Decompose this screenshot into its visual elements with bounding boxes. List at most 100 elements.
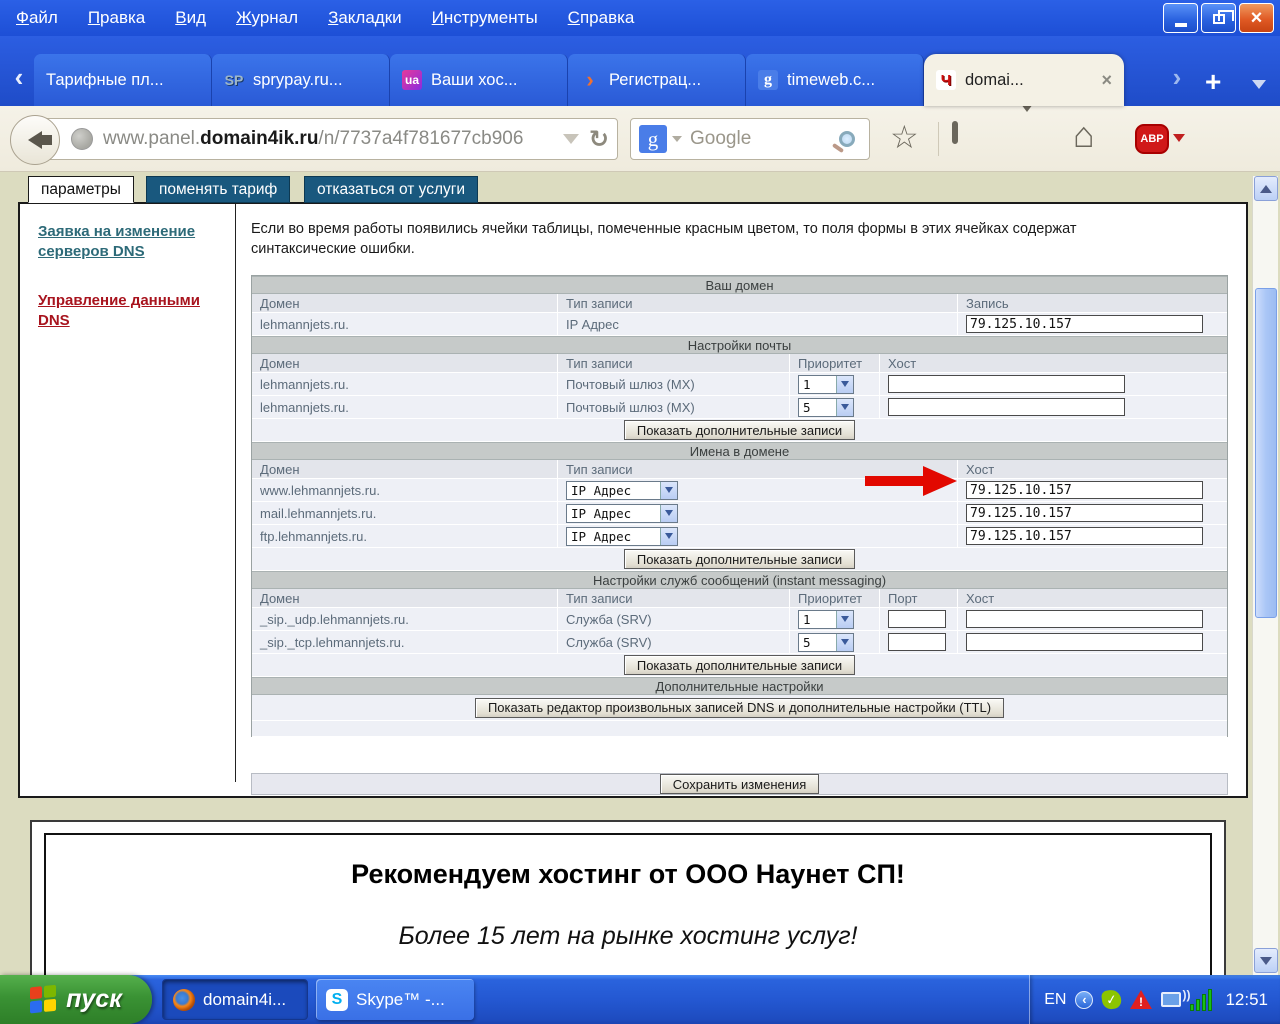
- back-button[interactable]: [10, 115, 60, 165]
- domain-cell: mail.lehmannjets.ru.: [252, 502, 558, 525]
- tab-list-dropdown-icon[interactable]: [1252, 80, 1266, 89]
- menu-bookmarks[interactable]: Закладки: [328, 8, 402, 28]
- tray-warning-icon[interactable]: !: [1130, 990, 1153, 1009]
- scroll-down-button[interactable]: [1254, 948, 1278, 973]
- domain4ik-favicon-icon: Ч: [936, 70, 956, 90]
- ad-subtitle: Более 15 лет на рынке хостинг услуг!: [398, 922, 858, 950]
- browser-tab-timeweb[interactable]: g timeweb.c...: [746, 54, 924, 106]
- tray-signal-icon[interactable]: [1190, 988, 1213, 1011]
- col-header-port: Порт: [880, 589, 958, 608]
- tab-cancel-service[interactable]: отказаться от услуги: [304, 176, 479, 203]
- menu-help[interactable]: Справка: [568, 8, 635, 28]
- adblock-dropdown-icon[interactable]: [1173, 134, 1185, 142]
- select-arrow-icon: [660, 481, 677, 499]
- adblock-button[interactable]: ABP: [1135, 124, 1185, 154]
- start-button[interactable]: пуск: [0, 975, 152, 1024]
- table-row-ftp: ftp.lehmannjets.ru. IP Адрес: [252, 525, 1227, 549]
- taskbar-task-firefox[interactable]: domain4i...: [162, 979, 308, 1020]
- language-indicator[interactable]: EN: [1044, 991, 1066, 1009]
- sidebar-link-dns-servers[interactable]: Заявка на изменение серверов DNS: [38, 222, 210, 263]
- section-title-extra: Дополнительные настройки: [252, 677, 1227, 696]
- col-header-priority: Приоритет: [790, 589, 880, 608]
- arrow-head: [923, 466, 957, 496]
- header-row: Домен Тип записи Приоритет Хост: [252, 354, 1227, 374]
- show-more-records-button[interactable]: Показать дополнительные записи: [623, 420, 856, 441]
- new-tab-button[interactable]: +: [1205, 66, 1221, 98]
- host-input[interactable]: [888, 375, 1125, 394]
- sidebar-link-dns-data[interactable]: Управление данными DNS: [38, 291, 210, 332]
- port-input[interactable]: [888, 610, 946, 629]
- tab-change-tariff[interactable]: поменять тариф: [146, 176, 291, 203]
- taskbar-task-skype[interactable]: S Skype™ -...: [316, 979, 474, 1020]
- domain-cell: _sip._udp.lehmannjets.ru.: [252, 608, 558, 631]
- url-dropdown-icon[interactable]: [562, 134, 579, 144]
- scroll-up-button[interactable]: [1254, 176, 1278, 201]
- priority-select[interactable]: 1: [798, 374, 854, 394]
- table-row-www: www.lehmannjets.ru. IP Адрес: [252, 479, 1227, 503]
- port-input[interactable]: [888, 633, 946, 652]
- downloads-icon[interactable]: [1015, 96, 1039, 130]
- search-icon[interactable]: [839, 131, 855, 147]
- save-changes-button[interactable]: Сохранить изменения: [659, 774, 820, 795]
- tab-label: Тарифные пл...: [46, 70, 164, 89]
- priority-select[interactable]: 5: [798, 632, 854, 652]
- show-more-records-button[interactable]: Показать дополнительные записи: [623, 549, 856, 570]
- tab-scroll-left-icon[interactable]: ‹: [6, 62, 32, 93]
- search-engine-dropdown-icon[interactable]: [672, 136, 682, 142]
- home-icon[interactable]: ⌂: [1073, 114, 1095, 156]
- scrollbar-thumb[interactable]: [1255, 288, 1277, 618]
- show-more-records-button[interactable]: Показать дополнительные записи: [623, 655, 856, 676]
- priority-select[interactable]: 5: [798, 397, 854, 417]
- tab-close-icon[interactable]: ×: [1101, 70, 1112, 91]
- url-bar[interactable]: www.panel.domain4ik.ru/n/7737a4f781677cb…: [36, 118, 618, 160]
- reload-icon[interactable]: ↻: [589, 125, 609, 154]
- page-scrollbar[interactable]: [1252, 176, 1278, 975]
- section-title-names: Имена в домене: [252, 442, 1227, 461]
- table-row: lehmannjets.ru. Почтовый шлюз (MX) 1: [252, 373, 1227, 397]
- record-type-select[interactable]: IP Адрес: [566, 480, 678, 500]
- browser-tab-tariff-plans[interactable]: Тарифные пл...: [34, 54, 212, 106]
- close-button[interactable]: ×: [1239, 3, 1274, 33]
- search-bar[interactable]: g Google: [630, 118, 870, 160]
- browser-tab-sprypay[interactable]: SP sprypay.ru...: [212, 54, 390, 106]
- menu-edit[interactable]: Правка: [88, 8, 145, 28]
- search-input[interactable]: Google: [690, 128, 839, 150]
- bookmark-star-icon[interactable]: ☆: [890, 118, 919, 156]
- col-header-priority: Приоритет: [790, 354, 880, 373]
- browser-tab-hosting[interactable]: ua Ваши хос...: [390, 54, 568, 106]
- menu-file[interactable]: Файл: [16, 8, 58, 28]
- host-input-mail[interactable]: [966, 504, 1203, 523]
- windows-flag-icon: [30, 984, 58, 1015]
- record-type-select[interactable]: IP Адрес: [566, 526, 678, 546]
- bookmarks-panel-icon[interactable]: [952, 121, 958, 144]
- menu-tools[interactable]: Инструменты: [432, 8, 538, 28]
- host-input[interactable]: [966, 610, 1203, 629]
- col-header-domain: Домен: [252, 354, 558, 373]
- priority-select[interactable]: 1: [798, 609, 854, 629]
- search-engine-icon[interactable]: g: [639, 125, 667, 153]
- menu-history[interactable]: Журнал: [236, 8, 298, 28]
- record-type-select[interactable]: IP Адрес: [566, 503, 678, 523]
- menu-view[interactable]: Вид: [175, 8, 206, 28]
- show-dns-editor-button[interactable]: Показать редактор произвольных записей D…: [474, 697, 1005, 718]
- tab-parameters[interactable]: параметры: [28, 176, 134, 203]
- window-menu-bar: Файл Правка Вид Журнал Закладки Инструме…: [0, 0, 1280, 36]
- browser-tab-registration[interactable]: › Регистрац...: [568, 54, 746, 106]
- tray-network-icon[interactable]: [1161, 988, 1190, 1007]
- minimize-button[interactable]: [1163, 3, 1198, 33]
- host-input[interactable]: [888, 398, 1125, 417]
- table-row: lehmannjets.ru. Почтовый шлюз (MX) 5: [252, 396, 1227, 420]
- tab-scroll-right-icon[interactable]: ›: [1164, 62, 1190, 93]
- navigation-toolbar: www.panel.domain4ik.ru/n/7737a4f781677cb…: [0, 96, 1280, 172]
- section-title-im: Настройки служб сообщений (instant messa…: [252, 571, 1227, 590]
- browser-tab-domain4ik-active[interactable]: Ч domai... ×: [924, 54, 1124, 106]
- url-text: www.panel.domain4ik.ru/n/7737a4f781677cb…: [103, 128, 524, 149]
- host-input-www[interactable]: [966, 481, 1203, 500]
- restore-button[interactable]: [1201, 3, 1236, 33]
- tray-update-icon[interactable]: ✓: [1101, 988, 1123, 1011]
- host-input[interactable]: [966, 633, 1203, 652]
- host-input-ftp[interactable]: [966, 527, 1203, 546]
- section-title-mail: Настройки почты: [252, 336, 1227, 355]
- tray-collapse-icon[interactable]: ‹: [1075, 990, 1094, 1009]
- record-value-input[interactable]: [966, 315, 1203, 334]
